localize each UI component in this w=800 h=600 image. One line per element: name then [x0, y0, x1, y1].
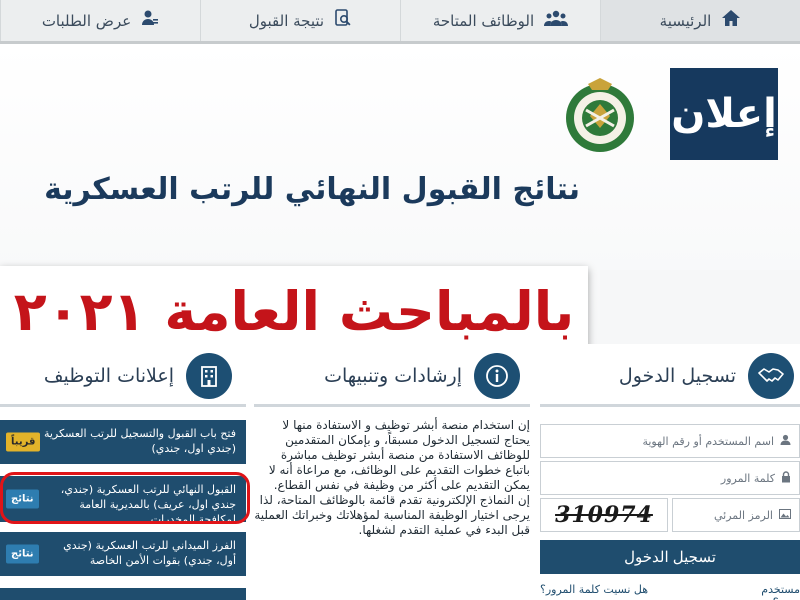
username-placeholder: اسم المستخدم أو رقم الهوية	[642, 434, 774, 448]
new-user-link[interactable]: مستخدم جديد؟	[736, 583, 800, 600]
login-section-header: تسجيل الدخول	[540, 348, 800, 404]
username-field[interactable]: اسم المستخدم أو رقم الهوية	[540, 424, 800, 458]
jobs-divider	[0, 404, 246, 407]
tips-section-title: إرشادات وتنبيهات	[324, 365, 462, 387]
nav-label: نتيجة القبول	[248, 11, 325, 30]
job-item-partial[interactable]	[0, 588, 246, 600]
tips-section-header: إرشادات وتنبيهات	[254, 348, 530, 404]
job-status-badge: قريباً	[6, 432, 41, 452]
home-icon	[721, 9, 741, 32]
job-status-badge: نتائج	[6, 489, 39, 509]
announcement-badge: إعلان	[670, 68, 778, 160]
job-item[interactable]: القبول النهائي للرتب العسكرية (جندي، جند…	[0, 476, 246, 526]
job-item-text: فتح باب القبول والتسجيل للرتب العسكرية (…	[43, 427, 236, 455]
image-icon	[779, 508, 791, 522]
login-divider	[540, 404, 800, 407]
instructions-text: إن استخدام منصة أبشر توظيف و الاستفادة م…	[254, 418, 530, 538]
nav-label: الرئيسية	[659, 11, 712, 30]
building-icon	[186, 353, 232, 399]
forgot-password-link[interactable]: هل نسيت كلمة المرور؟	[540, 583, 648, 596]
captcha-text: 310974	[555, 502, 653, 528]
emblem-logo	[560, 76, 640, 160]
handshake-icon	[748, 353, 794, 399]
user-list-icon	[141, 9, 159, 32]
tips-divider	[254, 404, 530, 407]
nav-label: الوظائف المتاحة	[432, 11, 535, 30]
job-item-text: القبول النهائي للرتب العسكرية (جندي، جند…	[60, 483, 236, 526]
nav-view-requests[interactable]: عرض الطلبات	[0, 0, 200, 41]
job-status-badge: نتائج	[6, 544, 39, 564]
password-placeholder: كلمة المرور	[720, 471, 775, 485]
hero-background-strip	[600, 270, 800, 344]
job-item-text: الفرز الميداني للرتب العسكرية (جندي أول،…	[63, 539, 236, 567]
captcha-placeholder: الرمز المرئي	[713, 508, 773, 522]
job-item[interactable]: فتح باب القبول والتسجيل للرتب العسكرية (…	[0, 420, 246, 464]
instructions-paragraph: إن النماذج الإلكترونية تقدم قائمة بالوظا…	[254, 493, 530, 537]
captcha-field[interactable]: الرمز المرئي	[672, 498, 800, 532]
nav-home[interactable]: الرئيسية	[600, 0, 800, 41]
jobs-section-title: إعلانات التوظيف	[43, 365, 174, 387]
info-icon	[474, 353, 520, 399]
group-users-icon	[544, 9, 569, 32]
top-navigation: عرض الطلبات نتيجة القبول الوظائف المتاحة…	[0, 0, 800, 44]
login-button[interactable]: تسجيل الدخول	[540, 540, 800, 574]
jobs-section-header: إعلانات التوظيف	[0, 348, 246, 404]
hero-banner: إعلان نتائج القبول النهائي للرتب العسكري…	[0, 44, 800, 344]
user-icon	[780, 434, 791, 448]
instructions-paragraph: إن استخدام منصة أبشر توظيف و الاستفادة م…	[268, 418, 530, 492]
hero-title: نتائج القبول النهائي للرتب العسكرية	[44, 172, 580, 207]
job-item[interactable]: الفرز الميداني للرتب العسكرية (جندي أول،…	[0, 532, 246, 576]
hero-subtitle: بالمباحث العامة ٢٠٢١	[0, 266, 588, 344]
nav-available-jobs[interactable]: الوظائف المتاحة	[400, 0, 600, 41]
login-section-title: تسجيل الدخول	[618, 365, 736, 387]
nav-label: عرض الطلبات	[41, 11, 132, 30]
lock-icon	[781, 470, 791, 486]
result-search-icon	[334, 9, 352, 32]
captcha-image: 310974	[540, 498, 668, 532]
password-field[interactable]: كلمة المرور	[540, 461, 800, 495]
nav-acceptance-result[interactable]: نتيجة القبول	[200, 0, 400, 41]
